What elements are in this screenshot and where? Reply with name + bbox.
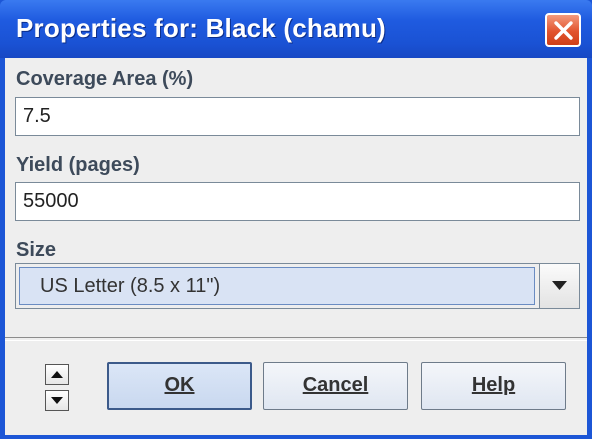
size-selected-value[interactable]: US Letter (8.5 x 11")	[19, 267, 535, 305]
triangle-down-icon	[51, 397, 63, 404]
help-button[interactable]: Help	[421, 362, 566, 410]
size-label: Size	[16, 239, 57, 261]
scroll-up-button[interactable]	[45, 364, 69, 385]
scroll-down-button[interactable]	[45, 390, 69, 411]
close-icon	[554, 21, 573, 40]
coverage-area-label: Coverage Area (%)	[16, 68, 194, 90]
close-button[interactable]	[545, 13, 581, 47]
help-button-label: Help	[471, 374, 516, 396]
yield-input[interactable]: 55000	[15, 182, 580, 221]
title-bar[interactable]: Properties for: Black (chamu)	[0, 0, 592, 58]
properties-dialog: Properties for: Black (chamu) Coverage A…	[0, 0, 592, 439]
separator	[5, 337, 587, 341]
dialog-title: Properties for: Black (chamu)	[16, 13, 386, 43]
cancel-button-label: Cancel	[302, 374, 369, 396]
ok-button-label: OK	[164, 374, 195, 396]
chevron-down-icon	[552, 281, 567, 290]
size-select[interactable]: US Letter (8.5 x 11")	[15, 263, 580, 309]
yield-label: Yield (pages)	[16, 154, 140, 176]
dialog-body: Coverage Area (%) 7.5 Yield (pages) 5500…	[5, 58, 587, 435]
size-dropdown-button[interactable]	[539, 264, 579, 308]
ok-button[interactable]: OK	[107, 362, 252, 410]
triangle-up-icon	[51, 371, 63, 378]
cancel-button[interactable]: Cancel	[263, 362, 408, 410]
coverage-area-input[interactable]: 7.5	[15, 97, 580, 136]
